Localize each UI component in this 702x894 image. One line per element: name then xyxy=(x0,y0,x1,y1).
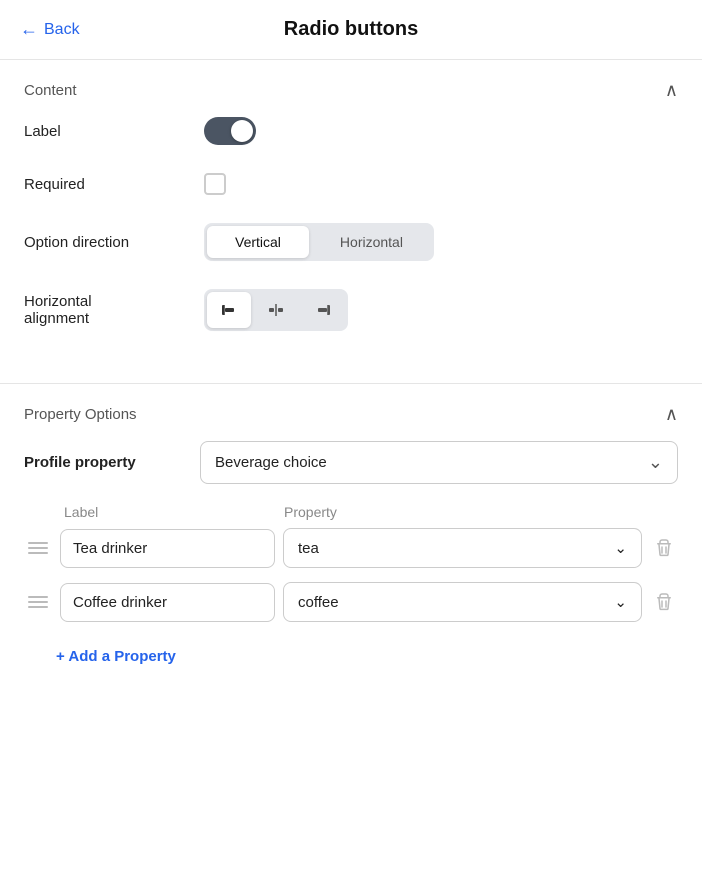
content-section: Content ∧ Label Required Option directio… xyxy=(0,60,702,384)
align-left-icon xyxy=(220,301,238,319)
delete-item-2-button[interactable] xyxy=(650,588,678,616)
profile-property-row: Profile property Beverage choice ⌄ xyxy=(24,441,678,484)
content-section-title: Content xyxy=(24,82,77,99)
profile-property-value: Beverage choice xyxy=(215,454,327,471)
required-checkbox[interactable] xyxy=(204,173,226,195)
trash-icon-1 xyxy=(654,538,674,558)
toggle-thumb xyxy=(231,120,253,142)
align-center-icon xyxy=(267,301,285,319)
horizontal-alignment-label: Horizontalalignment xyxy=(24,293,204,327)
property-item-2: coffee ⌄ xyxy=(24,582,678,622)
align-center-button[interactable] xyxy=(254,292,298,328)
prop-label-input-1[interactable] xyxy=(60,529,275,568)
prop-value-1: tea xyxy=(298,540,319,557)
prop-label-input-2[interactable] xyxy=(60,583,275,622)
prop-value-chevron-1: ⌄ xyxy=(614,539,627,557)
label-field-label: Label xyxy=(24,123,204,140)
header: ← Back Radio buttons xyxy=(0,0,702,60)
property-options-collapse-icon: ∧ xyxy=(665,404,678,425)
profile-property-dropdown[interactable]: Beverage choice ⌄ xyxy=(200,441,678,484)
page-title: Radio buttons xyxy=(284,18,418,41)
alignment-control xyxy=(204,289,348,331)
profile-property-chevron-icon: ⌄ xyxy=(648,452,663,473)
prop-value-chevron-2: ⌄ xyxy=(614,593,627,611)
align-right-icon xyxy=(314,301,332,319)
direction-segmented-control: Vertical Horizontal xyxy=(204,223,434,261)
property-options-section-header[interactable]: Property Options ∧ xyxy=(24,384,678,441)
back-label: Back xyxy=(44,21,80,39)
property-options-title: Property Options xyxy=(24,406,137,423)
property-item-1: tea ⌄ xyxy=(24,528,678,568)
col-property-header: Property xyxy=(276,504,678,520)
align-left-button[interactable] xyxy=(207,292,251,328)
property-items-list: tea ⌄ coffee ⌄ xyxy=(24,528,678,622)
drag-handle-1[interactable] xyxy=(24,538,52,558)
align-right-button[interactable] xyxy=(301,292,345,328)
content-section-header[interactable]: Content ∧ xyxy=(24,60,678,117)
delete-item-1-button[interactable] xyxy=(650,534,678,562)
column-headers: Label Property xyxy=(24,504,678,520)
trash-icon-2 xyxy=(654,592,674,612)
direction-vertical-button[interactable]: Vertical xyxy=(207,226,309,258)
prop-value-select-1[interactable]: tea ⌄ xyxy=(283,528,642,568)
label-row: Label xyxy=(24,117,678,145)
col-label-header: Label xyxy=(56,504,276,520)
back-arrow-icon: ← xyxy=(20,19,38,40)
label-toggle[interactable] xyxy=(204,117,256,145)
property-options-section: Property Options ∧ Profile property Beve… xyxy=(0,384,702,690)
back-button[interactable]: ← Back xyxy=(20,19,80,40)
toggle-track xyxy=(204,117,256,145)
prop-value-2: coffee xyxy=(298,594,339,611)
option-direction-row: Option direction Vertical Horizontal xyxy=(24,223,678,261)
add-property-button[interactable]: + Add a Property xyxy=(24,636,176,665)
option-direction-label: Option direction xyxy=(24,234,204,251)
prop-value-select-2[interactable]: coffee ⌄ xyxy=(283,582,642,622)
required-field-label: Required xyxy=(24,176,204,193)
profile-property-label: Profile property xyxy=(24,454,184,471)
direction-horizontal-button[interactable]: Horizontal xyxy=(312,226,431,258)
horizontal-alignment-row: Horizontalalignment xyxy=(24,289,678,331)
content-collapse-icon: ∧ xyxy=(665,80,678,101)
required-row: Required xyxy=(24,173,678,195)
drag-handle-2[interactable] xyxy=(24,592,52,612)
